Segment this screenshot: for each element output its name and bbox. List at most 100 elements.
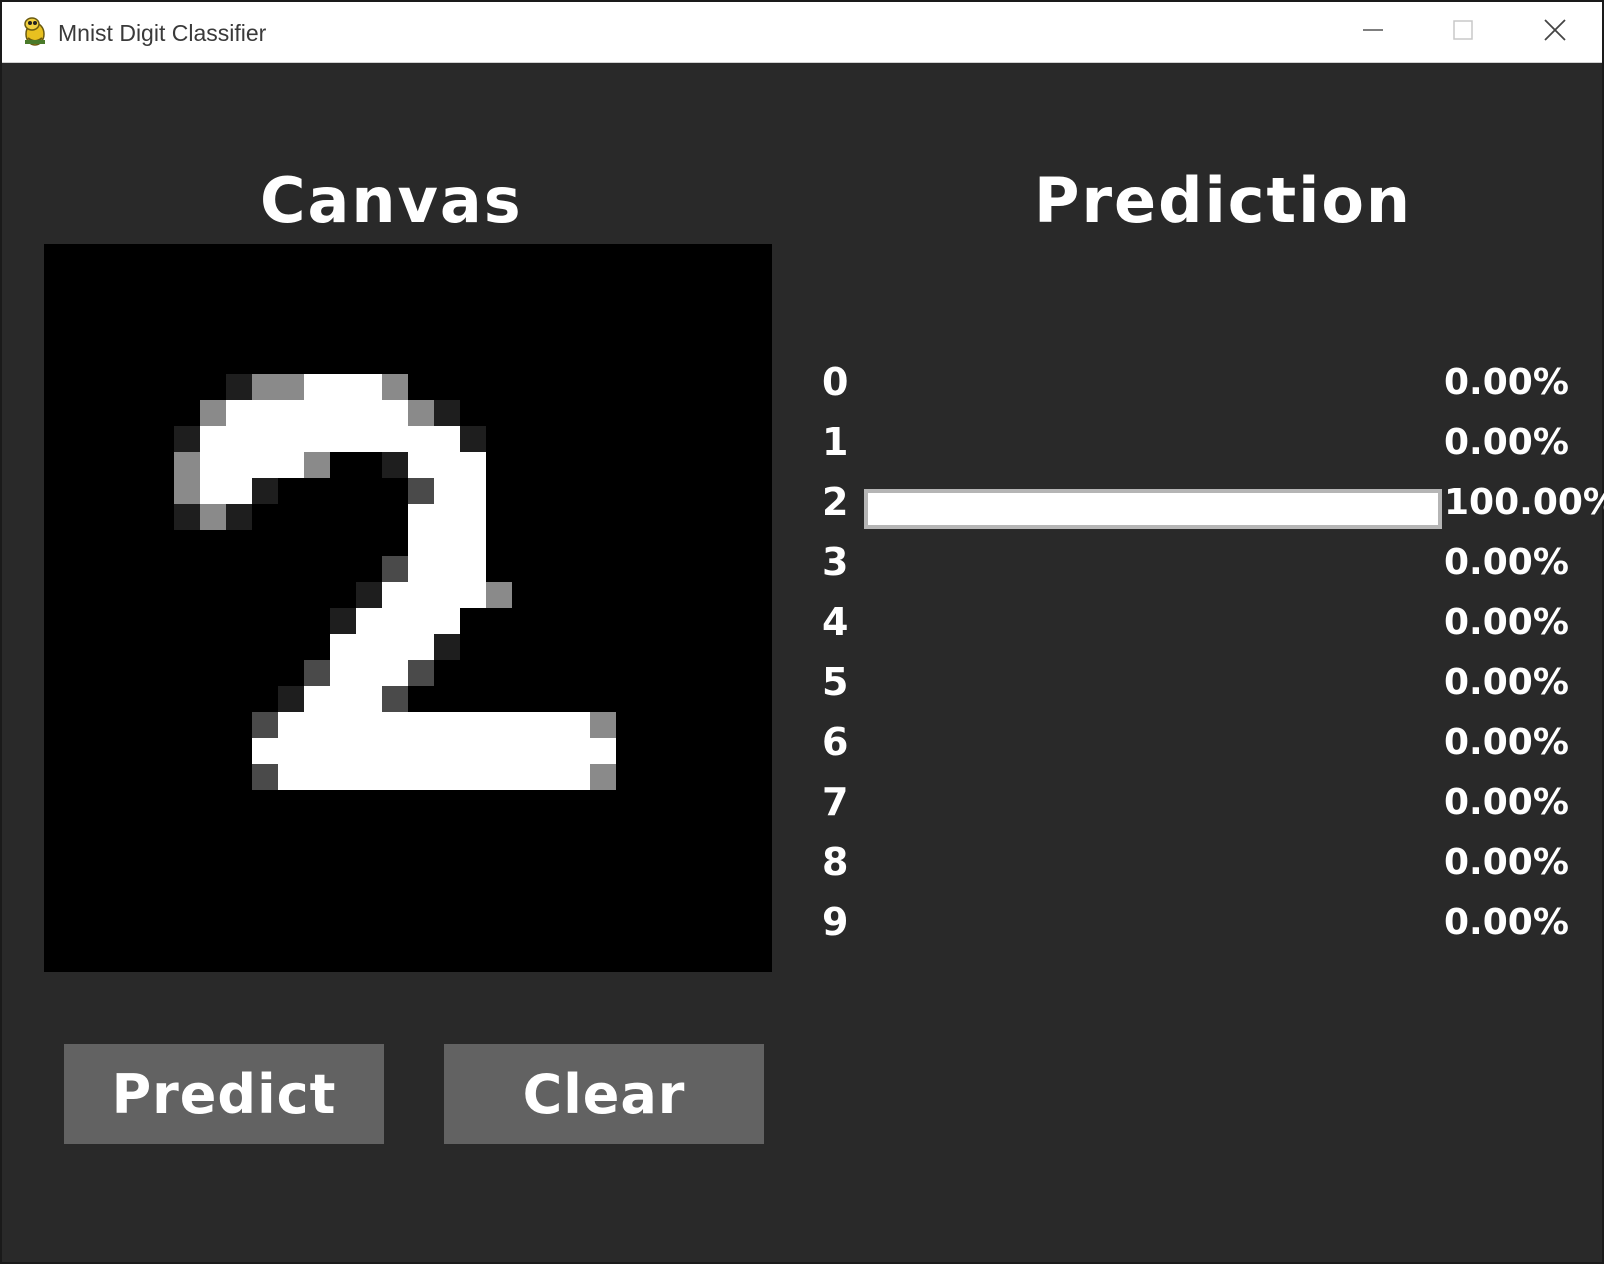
prediction-digit-label: 7 <box>822 780 849 824</box>
canvas-heading: Canvas <box>260 164 523 237</box>
digit-pixel <box>252 738 278 764</box>
digit-pixel <box>200 400 226 426</box>
probability-bar-track <box>864 369 1442 409</box>
digit-pixel <box>460 504 486 530</box>
digit-pixel <box>434 530 460 556</box>
digit-pixel <box>486 764 512 790</box>
digit-pixel <box>226 426 252 452</box>
digit-pixel <box>330 426 356 452</box>
digit-pixel <box>408 582 434 608</box>
digit-pixel <box>486 712 512 738</box>
prediction-digit-label: 8 <box>822 840 849 884</box>
digit-pixel <box>538 738 564 764</box>
digit-pixel <box>434 738 460 764</box>
title-bar[interactable]: Mnist Digit Classifier <box>2 2 1602 63</box>
digit-pixel <box>434 764 460 790</box>
digit-pixel <box>408 608 434 634</box>
probability-percent: 0.00% <box>1444 662 1569 703</box>
digit-pixel <box>278 400 304 426</box>
prediction-row: 1 0.00% <box>822 417 1604 477</box>
maximize-button[interactable] <box>1418 2 1508 62</box>
digit-pixel <box>382 608 408 634</box>
digit-pixel <box>512 738 538 764</box>
digit-pixel <box>252 478 278 504</box>
digit-pixel <box>252 764 278 790</box>
digit-pixel <box>304 452 330 478</box>
prediction-heading: Prediction <box>1034 164 1413 237</box>
digit-pixel <box>226 504 252 530</box>
digit-pixel <box>408 556 434 582</box>
digit-pixel <box>512 712 538 738</box>
digit-pixel <box>564 738 590 764</box>
close-button[interactable] <box>1510 2 1600 62</box>
probability-bar-track <box>864 909 1442 949</box>
digit-pixel <box>382 426 408 452</box>
digit-pixel <box>356 634 382 660</box>
predict-button[interactable]: Predict <box>64 1044 384 1144</box>
probability-percent: 100.00% <box>1444 482 1604 523</box>
digit-pixel <box>460 738 486 764</box>
prediction-digit-label: 3 <box>822 540 849 584</box>
digit-pixel <box>226 478 252 504</box>
digit-pixel <box>278 452 304 478</box>
digit-pixel <box>538 764 564 790</box>
digit-pixel <box>200 426 226 452</box>
digit-pixel <box>252 712 278 738</box>
digit-pixel <box>330 660 356 686</box>
digit-pixel <box>356 582 382 608</box>
digit-pixel <box>434 634 460 660</box>
digit-pixel <box>486 738 512 764</box>
probability-bar-track <box>864 549 1442 589</box>
clear-button[interactable]: Clear <box>444 1044 764 1144</box>
digit-pixel <box>408 634 434 660</box>
prediction-digit-label: 6 <box>822 720 849 764</box>
digit-pixel <box>200 504 226 530</box>
prediction-row: 6 0.00% <box>822 717 1604 777</box>
digit-pixel <box>278 712 304 738</box>
digit-pixel <box>460 426 486 452</box>
probability-percent: 0.00% <box>1444 722 1569 763</box>
digit-pixel <box>408 452 434 478</box>
minimize-icon <box>1362 19 1384 46</box>
digit-pixel <box>434 452 460 478</box>
digit-pixel <box>174 504 200 530</box>
digit-pixel <box>382 556 408 582</box>
digit-pixel <box>356 686 382 712</box>
digit-pixel <box>356 608 382 634</box>
digit-pixel <box>278 738 304 764</box>
probability-bar-track <box>864 789 1442 829</box>
digit-pixel <box>382 764 408 790</box>
digit-pixel <box>252 426 278 452</box>
probability-bar-track <box>864 669 1442 709</box>
prediction-row: 3 0.00% <box>822 537 1604 597</box>
prediction-row: 7 0.00% <box>822 777 1604 837</box>
digit-pixel <box>356 660 382 686</box>
digit-pixel <box>408 504 434 530</box>
digit-pixel <box>330 374 356 400</box>
drawing-canvas[interactable] <box>44 244 772 972</box>
minimize-button[interactable] <box>1328 2 1418 62</box>
digit-pixel <box>590 738 616 764</box>
digit-pixel <box>304 686 330 712</box>
digit-pixel <box>304 374 330 400</box>
prediction-digit-label: 2 <box>822 480 849 524</box>
digit-pixel <box>382 582 408 608</box>
digit-pixel <box>564 764 590 790</box>
digit-pixel <box>356 426 382 452</box>
prediction-digit-label: 4 <box>822 600 849 644</box>
prediction-row: 9 0.00% <box>822 897 1604 957</box>
probability-bar-track <box>864 849 1442 889</box>
digit-pixel <box>434 608 460 634</box>
digit-pixel <box>460 712 486 738</box>
digit-pixel <box>278 764 304 790</box>
probability-percent: 0.00% <box>1444 362 1569 403</box>
digit-pixel <box>356 374 382 400</box>
drawn-digit-image <box>174 374 616 790</box>
digit-pixel <box>330 738 356 764</box>
digit-pixel <box>408 738 434 764</box>
digit-pixel <box>330 686 356 712</box>
digit-pixel <box>252 452 278 478</box>
app-window: Mnist Digit Classifier Canvas Prediction… <box>0 0 1604 1264</box>
close-icon <box>1543 18 1567 47</box>
digit-pixel <box>434 478 460 504</box>
